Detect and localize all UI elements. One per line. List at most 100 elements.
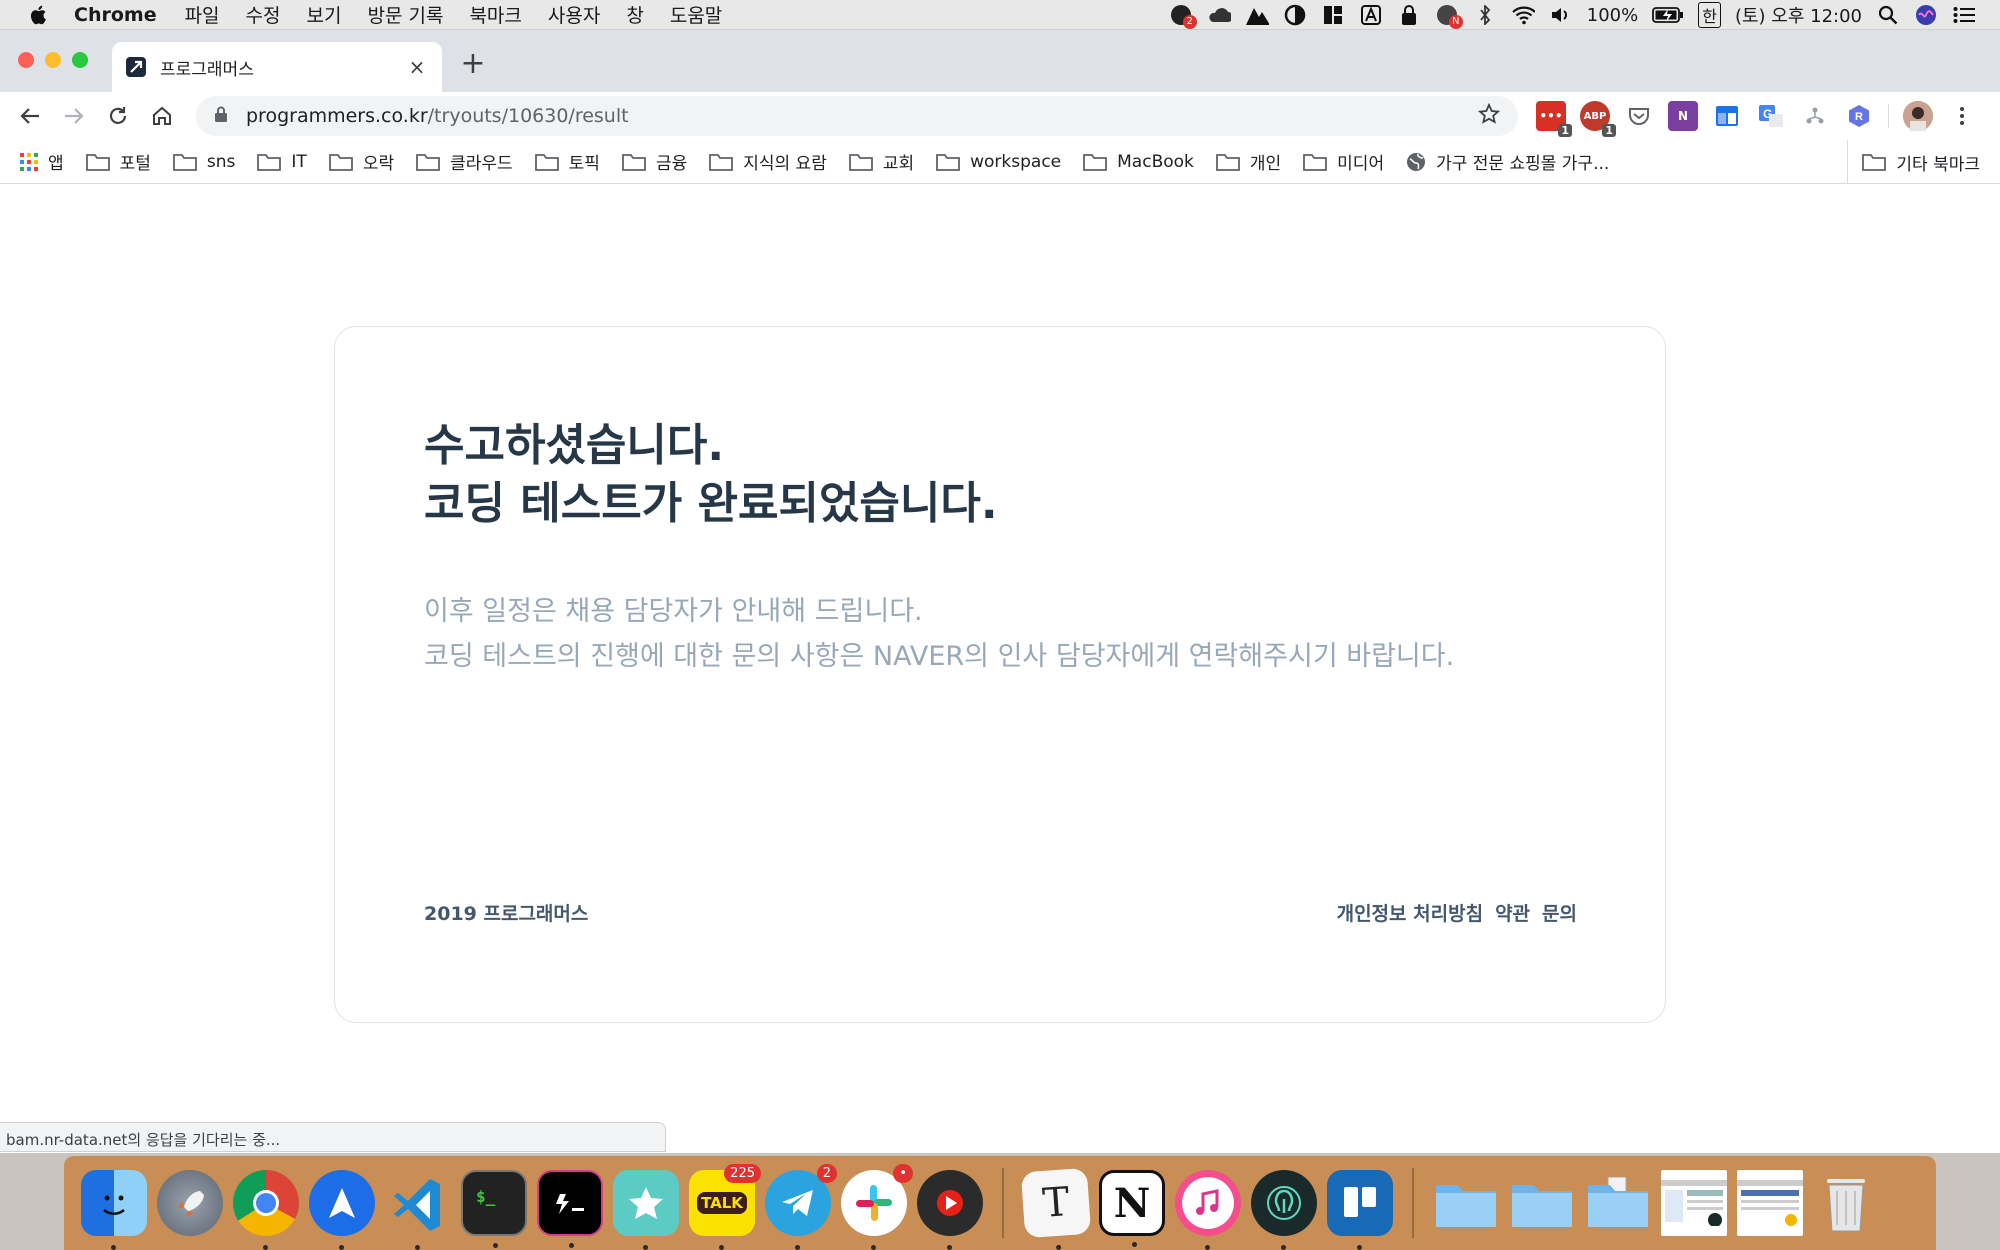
mountain-icon[interactable] [1245, 3, 1269, 27]
bookmark-folder[interactable]: 포털 [85, 149, 151, 174]
browser-tab[interactable]: 프로그래머스 × [112, 42, 442, 92]
description-line: 코딩 테스트의 진행에 대한 문의 사항은 NAVER의 인사 담당자에게 연락… [424, 641, 1455, 672]
r-extension-icon[interactable]: R [1844, 101, 1874, 131]
finder-icon[interactable] [81, 1170, 147, 1250]
home-button[interactable] [140, 96, 184, 136]
bookmark-apps[interactable]: 앱 [20, 149, 64, 174]
menu-people[interactable]: 사용자 [548, 1, 600, 28]
bookmark-folder[interactable]: workspace [936, 152, 1061, 172]
todo-extension-icon[interactable]: ••• 1 [1536, 101, 1572, 137]
bookmark-label: 교회 [882, 154, 915, 174]
address-bar[interactable]: programmers.co.kr/tryouts/10630/result [196, 96, 1518, 136]
folder-stack-icon[interactable] [1433, 1170, 1499, 1236]
wifi-icon[interactable] [1511, 3, 1535, 27]
menu-edit[interactable]: 수정 [246, 1, 281, 28]
bookmark-other[interactable]: 기타 북마크 [1847, 140, 1980, 184]
chrome-menu-icon[interactable] [1947, 101, 1977, 131]
new-tab-button[interactable]: + [458, 49, 488, 80]
bookmark-folder[interactable]: 토픽 [534, 149, 600, 174]
contrast-icon[interactable] [1283, 3, 1307, 27]
text-a-icon[interactable] [1359, 3, 1383, 27]
typora-letter: T [1041, 1179, 1071, 1227]
bookmark-label: sns [206, 151, 236, 172]
bookmark-folder[interactable]: 지식의 요람 [709, 149, 827, 174]
bluetooth-icon[interactable] [1473, 3, 1497, 27]
bookmark-folder[interactable]: 클라우드 [416, 149, 513, 174]
translate-icon[interactable]: G [1756, 101, 1786, 131]
window-thumbnail-icon[interactable] [1737, 1170, 1803, 1236]
star-app-icon[interactable] [613, 1170, 679, 1250]
terminal-icon[interactable]: $_ [461, 1170, 527, 1248]
menubar-clock[interactable]: (토) 오후 12:00 [1735, 2, 1862, 28]
bookmark-label: 지식의 요람 [743, 154, 827, 174]
trello-icon[interactable] [1327, 1170, 1393, 1250]
vscode-icon[interactable] [385, 1170, 451, 1250]
bookmark-folder[interactable]: IT [257, 152, 307, 172]
bookmark-label: 클라우드 [450, 154, 513, 174]
folder-icon [257, 153, 282, 171]
folder-icon [1215, 153, 1240, 171]
menu-history[interactable]: 방문 기록 [367, 1, 443, 28]
contact-link[interactable]: 문의 [1542, 899, 1577, 926]
spotlight-search-icon[interactable] [1876, 3, 1900, 27]
chat-app-icon[interactable]: N [1435, 3, 1463, 29]
notification-app-icon[interactable]: 2 [1169, 3, 1197, 29]
menu-help[interactable]: 도움말 [670, 1, 722, 28]
bookmark-site[interactable]: 가구 전문 쇼핑몰 가구... [1406, 149, 1609, 174]
launchpad-icon[interactable] [157, 1170, 223, 1236]
network-icon[interactable] [1800, 101, 1830, 131]
bookmark-folder[interactable]: 오락 [328, 149, 394, 174]
chrome-icon[interactable] [233, 1170, 299, 1250]
bookmark-folder[interactable]: 금융 [622, 149, 687, 174]
cloud-icon[interactable] [1207, 3, 1231, 27]
hyper-terminal-icon[interactable] [537, 1170, 603, 1248]
telegram-icon[interactable]: 2 [765, 1164, 837, 1250]
window-zoom-button[interactable] [72, 52, 88, 68]
itunes-music-icon[interactable] [1175, 1170, 1241, 1250]
downloads-folder-icon[interactable] [1585, 1170, 1651, 1236]
battery-icon[interactable] [1652, 3, 1684, 27]
trash-icon[interactable] [1813, 1170, 1879, 1236]
siri-icon[interactable] [1914, 3, 1938, 27]
menu-app-name[interactable]: Chrome [74, 4, 157, 26]
pocket-icon[interactable] [1624, 101, 1654, 131]
youtube-music-icon[interactable] [917, 1170, 983, 1250]
bookmark-folder[interactable]: MacBook [1083, 152, 1194, 172]
window-minimize-button[interactable] [45, 52, 61, 68]
menu-window[interactable]: 창 [626, 1, 643, 28]
kakaotalk-icon[interactable]: TALK 225 [689, 1164, 761, 1250]
gitkraken-icon[interactable] [1251, 1170, 1317, 1250]
bookmark-star-icon[interactable] [1477, 102, 1501, 130]
slack-icon[interactable]: • [841, 1164, 913, 1250]
onenote-icon[interactable]: N [1668, 101, 1698, 131]
notion-icon[interactable]: N [1099, 1170, 1165, 1247]
bookmark-folder[interactable]: 개인 [1215, 149, 1281, 174]
folder-stack-icon[interactable] [1509, 1170, 1575, 1236]
lock-icon[interactable] [1397, 3, 1421, 27]
terms-link[interactable]: 약관 [1495, 899, 1530, 926]
typora-icon[interactable]: T [1020, 1167, 1092, 1250]
bookmark-folder[interactable]: sns [173, 151, 236, 172]
reload-button[interactable] [96, 96, 140, 136]
window-thumbnail-icon[interactable] [1661, 1170, 1727, 1236]
notification-center-icon[interactable] [1952, 3, 1976, 27]
window-extension-icon[interactable] [1712, 101, 1742, 131]
bookmark-folder[interactable]: 교회 [848, 149, 915, 174]
adblock-icon[interactable]: ABP 1 [1580, 101, 1616, 137]
privacy-policy-link[interactable]: 개인정보 처리방침 [1337, 899, 1483, 926]
window-close-button[interactable] [18, 52, 34, 68]
volume-icon[interactable] [1549, 3, 1573, 27]
forward-button[interactable] [52, 96, 96, 136]
spark-mail-icon[interactable] [309, 1170, 375, 1250]
secure-lock-icon[interactable] [214, 105, 230, 128]
tab-close-icon[interactable]: × [406, 55, 428, 79]
back-button[interactable] [8, 96, 52, 136]
profile-avatar[interactable] [1903, 101, 1933, 131]
bookmark-folder[interactable]: 미디어 [1303, 149, 1384, 174]
layout-grid-icon[interactable] [1321, 3, 1345, 27]
menu-view[interactable]: 보기 [307, 1, 342, 28]
menu-bookmarks[interactable]: 북마크 [469, 1, 521, 28]
apple-menu-icon[interactable] [26, 2, 52, 28]
input-method-indicator[interactable]: 한 [1698, 2, 1721, 28]
menu-file[interactable]: 파일 [185, 1, 220, 28]
